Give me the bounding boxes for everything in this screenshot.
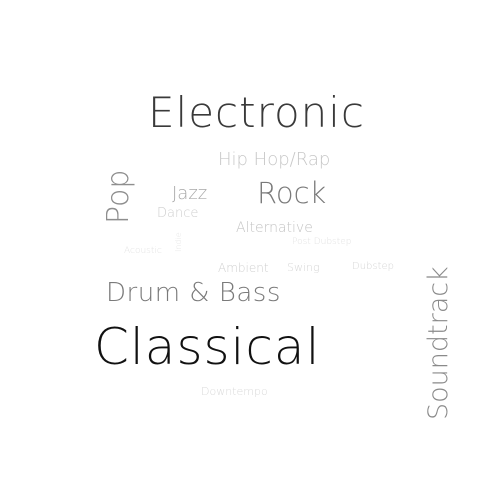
word-classical: Classical	[94, 318, 321, 376]
word-dance: Dance	[157, 206, 199, 221]
word-post-dubstep: Post Dubstep	[292, 237, 352, 247]
word-ambient: Ambient	[218, 261, 269, 275]
word-cloud: Electronic Hip Hop/Rap Pop Jazz Rock Dan…	[0, 0, 500, 500]
word-soundtrack: Soundtrack	[423, 266, 454, 420]
word-indie: Indie	[174, 232, 183, 252]
word-rock: Rock	[257, 176, 327, 210]
word-electronic: Electronic	[148, 88, 366, 137]
word-pop: Pop	[101, 169, 136, 224]
word-jazz: Jazz	[172, 183, 208, 204]
word-swing: Swing	[287, 261, 320, 274]
word-acoustic: Acoustic	[124, 246, 162, 256]
word-drum-and-bass: Drum & Bass	[106, 278, 281, 308]
word-dubstep: Dubstep	[352, 261, 395, 272]
word-downtempo: Downtempo	[201, 385, 268, 398]
word-alternative: Alternative	[236, 220, 313, 236]
word-hip-hop-rap: Hip Hop/Rap	[218, 149, 331, 170]
